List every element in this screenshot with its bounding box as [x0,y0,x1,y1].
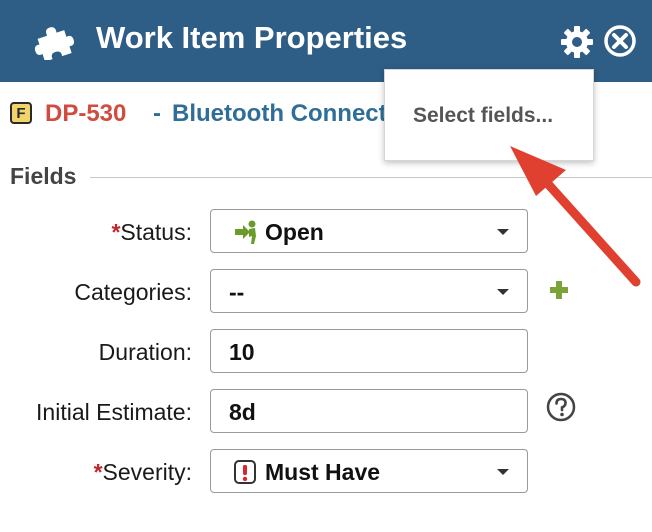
initial-estimate-label: Initial Estimate: [36,399,192,425]
chevron-down-icon [497,469,509,475]
initial-estimate-input[interactable]: 8d [210,389,528,433]
select-fields-menu-item[interactable]: Select fields... [413,104,553,128]
settings-menu: Select fields... [384,69,594,161]
duration-label: Duration: [98,339,192,365]
status-row: *Status: Open [0,209,652,253]
status-value: Open [265,219,324,245]
chevron-down-icon [497,289,509,295]
initial-estimate-row: Initial Estimate: 8d [0,389,652,433]
help-icon[interactable] [545,391,577,423]
open-status-icon [235,220,256,244]
section-divider [90,177,652,178]
status-dropdown[interactable]: Open [210,209,528,253]
puzzle-icon [34,27,75,60]
feature-type-badge: F [10,102,32,124]
severity-value: Must Have [265,459,381,485]
close-circle-icon[interactable] [603,24,637,58]
duration-input[interactable]: 10 [210,329,528,373]
status-label: *Status: [111,219,192,245]
must-have-icon [234,460,256,484]
categories-dropdown[interactable]: -- [210,269,528,313]
chevron-down-icon [497,229,509,235]
fields-section-title: Fields [10,163,77,189]
categories-value: -- [229,279,245,305]
initial-estimate-value: 8d [229,399,256,425]
duration-value: 10 [229,339,255,365]
add-icon[interactable] [548,279,570,301]
required-marker: * [93,459,103,485]
gear-icon[interactable] [559,24,595,60]
severity-label: *Severity: [93,459,192,485]
categories-label: Categories: [74,279,192,305]
work-item-id[interactable]: DP-530 [45,100,126,128]
severity-dropdown[interactable]: Must Have [210,449,528,493]
work-item-name[interactable]: Bluetooth Connectivity [172,100,394,128]
severity-row: *Severity: Must Have [0,449,652,493]
duration-row: Duration: 10 [0,329,652,373]
work-item-separator: - [153,100,161,127]
categories-row: Categories: -- [0,269,652,313]
panel-title: Work Item Properties [96,20,408,55]
